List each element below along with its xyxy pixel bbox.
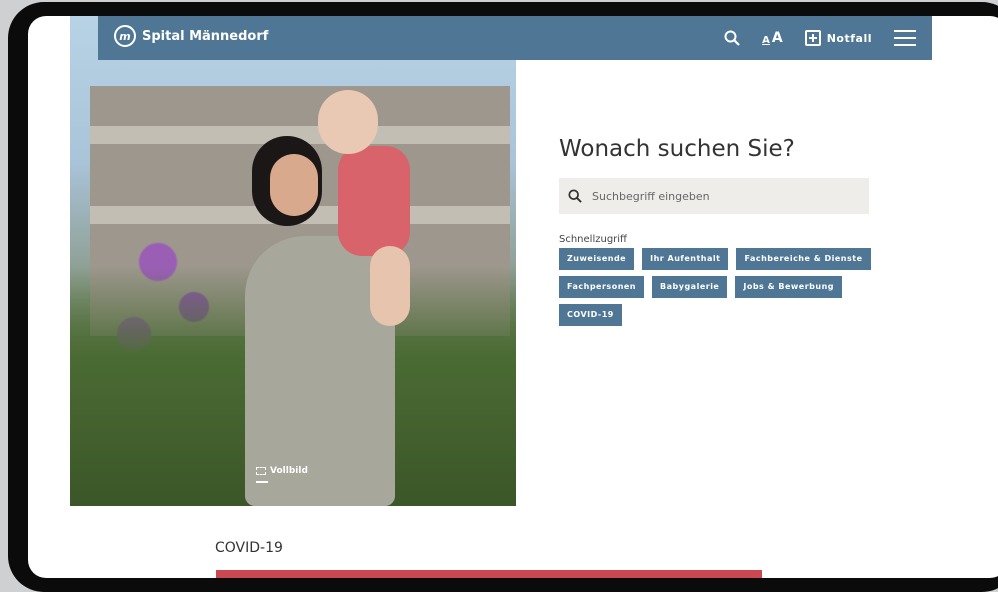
hero-baby-head bbox=[318, 90, 378, 154]
hero-baby bbox=[338, 146, 410, 256]
fullscreen-button[interactable]: Vollbild bbox=[256, 466, 308, 476]
font-size-large: A bbox=[771, 30, 783, 46]
browser-screen: m Spital Männedorf A A Notfall Vollbild … bbox=[28, 16, 998, 578]
slide-indicator bbox=[256, 481, 268, 483]
fullscreen-icon bbox=[256, 467, 266, 475]
logo-icon: m bbox=[114, 25, 136, 47]
section-heading: COVID-19 bbox=[215, 540, 283, 556]
site-logo[interactable]: m Spital Männedorf bbox=[114, 25, 268, 47]
quick-link-aufenthalt[interactable]: Ihr Aufenthalt bbox=[642, 248, 729, 270]
search-icon[interactable] bbox=[724, 30, 740, 46]
site-header: m Spital Männedorf A A Notfall bbox=[98, 16, 932, 60]
quick-link-covid[interactable]: COVID-19 bbox=[559, 304, 622, 326]
quick-link-fachpersonen[interactable]: Fachpersonen bbox=[559, 276, 645, 298]
emergency-button[interactable]: Notfall bbox=[804, 30, 872, 46]
quick-link-zuweisende[interactable]: Zuweisende bbox=[559, 248, 635, 270]
font-size-icon[interactable]: A A bbox=[762, 30, 783, 46]
search-title: Wonach suchen Sie? bbox=[559, 136, 795, 162]
quick-link-jobs[interactable]: Jobs & Bewerbung bbox=[735, 276, 842, 298]
hero-woman-face bbox=[270, 154, 318, 216]
hero-image: Vollbild bbox=[70, 16, 516, 506]
menu-icon[interactable] bbox=[894, 30, 916, 46]
emergency-label: Notfall bbox=[826, 31, 872, 45]
search-field[interactable] bbox=[559, 178, 869, 214]
search-input[interactable] bbox=[590, 188, 854, 204]
fullscreen-label: Vollbild bbox=[270, 466, 308, 476]
search-field-icon bbox=[568, 189, 582, 203]
hero-baby-legs bbox=[370, 246, 410, 326]
header-actions: A A Notfall bbox=[724, 16, 916, 60]
quick-access-list: Zuweisende Ihr Aufenthalt Fachbereiche &… bbox=[559, 248, 904, 326]
site-name: Spital Männedorf bbox=[142, 28, 269, 44]
quick-link-fachbereiche[interactable]: Fachbereiche & Dienste bbox=[736, 248, 871, 270]
search-panel: Wonach suchen Sie? Schnellzugriff Zuweis… bbox=[559, 136, 919, 326]
quick-link-babygalerie[interactable]: Babygalerie bbox=[652, 276, 728, 298]
quick-access-label: Schnellzugriff bbox=[559, 234, 627, 245]
covid-banner[interactable] bbox=[216, 570, 762, 578]
emergency-plus-icon bbox=[804, 30, 821, 46]
font-size-small: A bbox=[762, 35, 770, 46]
